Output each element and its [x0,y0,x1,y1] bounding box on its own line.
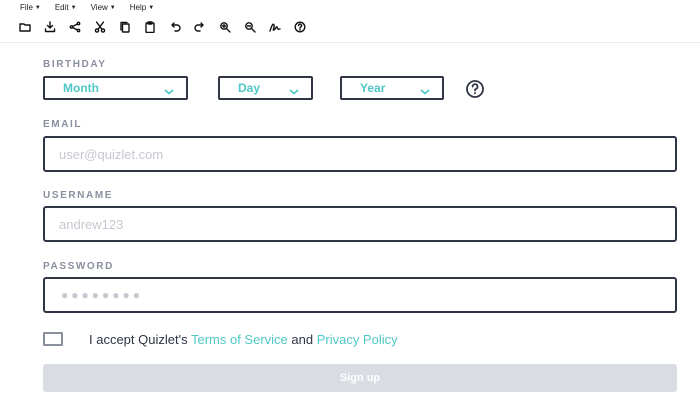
username-field[interactable] [43,206,677,242]
month-select[interactable]: Month [43,76,188,100]
help-icon[interactable] [293,20,307,34]
caret-down-icon: ▼ [34,4,41,11]
caret-down-icon: ▼ [148,4,155,11]
chevron-down-icon [164,83,174,95]
signature-icon[interactable] [268,20,282,34]
terms-text: I accept Quizlet's Terms of Service and … [89,332,398,347]
menu-edit-label: Edit [54,3,69,12]
accept-terms-checkbox[interactable] [43,332,63,346]
day-select-value: Day [238,81,261,95]
caret-down-icon: ▼ [109,4,116,11]
email-field[interactable] [43,136,677,172]
terms-of-service-link[interactable]: Terms of Service [191,332,288,347]
username-label: USERNAME [43,190,114,201]
app-header: File ▼ Edit ▼ View ▼ Help ▼ [0,0,700,43]
menu-help-label: Help [129,3,147,12]
birthday-label: BIRTHDAY [43,59,107,70]
download-icon[interactable] [43,20,57,34]
cut-icon[interactable] [93,20,107,34]
menu-bar: File ▼ Edit ▼ View ▼ Help ▼ [20,3,154,12]
menu-file-label: File [20,3,33,12]
terms-middle: and [287,332,317,347]
menu-view[interactable]: View ▼ [91,3,116,12]
caret-down-icon: ▼ [70,4,77,11]
undo-icon[interactable] [168,20,182,34]
password-label: PASSWORD [43,261,114,272]
terms-prefix: I accept Quizlet's [89,332,191,347]
menu-file[interactable]: File ▼ [20,3,41,12]
paste-icon[interactable] [143,20,157,34]
menu-help[interactable]: Help ▼ [130,3,154,12]
zoom-out-icon[interactable] [243,20,257,34]
menu-edit[interactable]: Edit ▼ [55,3,77,12]
privacy-policy-link[interactable]: Privacy Policy [317,332,398,347]
password-placeholder: ●●●●●●●● [61,288,143,302]
email-label: EMAIL [43,119,83,130]
month-select-value: Month [63,81,99,95]
year-select-value: Year [360,81,386,95]
day-select[interactable]: Day [218,76,313,100]
year-select[interactable]: Year [340,76,444,100]
menu-view-label: View [90,3,108,12]
zoom-in-icon[interactable] [218,20,232,34]
password-field[interactable]: ●●●●●●●● [43,277,677,313]
chevron-down-icon [420,83,430,95]
redo-icon[interactable] [193,20,207,34]
signup-button[interactable]: Sign up [43,364,677,392]
copy-icon[interactable] [118,20,132,34]
folder-icon[interactable] [18,20,32,34]
birthday-help-icon[interactable] [465,79,485,99]
share-icon[interactable] [68,20,82,34]
chevron-down-icon [289,83,299,95]
toolbar [18,20,307,34]
